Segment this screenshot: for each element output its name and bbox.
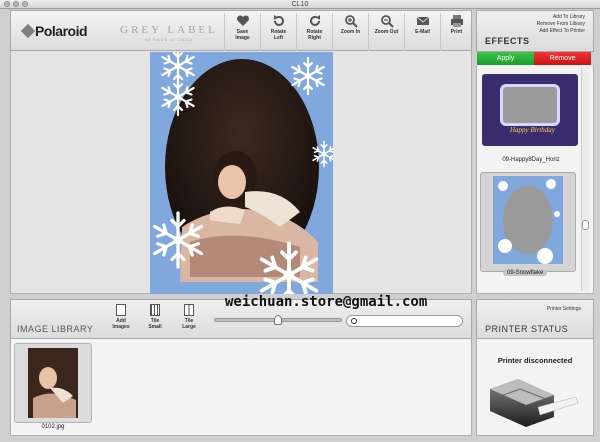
zoom-in-icon	[344, 15, 358, 28]
library-search-input[interactable]	[346, 315, 463, 327]
apply-effect-button[interactable]: Apply	[477, 52, 534, 65]
print-button[interactable]: Print	[440, 13, 472, 51]
grey-label-brand: GREY LABEL by HAUS of GAGA	[120, 24, 218, 42]
printer-settings-link[interactable]: Printer Settings	[547, 306, 581, 312]
window-titlebar: CL10	[0, 0, 600, 9]
rotate-right-icon	[309, 15, 320, 26]
watermark-text: weichuan.store@gmail.com	[225, 294, 428, 310]
birthday-frame-text: Happy Birthday	[510, 126, 555, 134]
polaroid-logo: Polaroid	[20, 23, 88, 39]
thumbnail-filename: 0102.jpg	[41, 424, 65, 430]
remove-effect-button[interactable]: Remove	[534, 52, 591, 65]
effect-label: 09-Happy8Day_Horiz	[502, 157, 560, 163]
tile-large-icon	[184, 304, 194, 316]
slider-thumb[interactable]	[274, 315, 282, 325]
printer-device-icon	[490, 379, 579, 427]
tile-large-button[interactable]: Tile Large	[174, 304, 204, 330]
heart-icon	[236, 15, 249, 26]
zoom-out-button[interactable]: Zoom Out	[368, 13, 404, 51]
scrollbar-knob[interactable]	[582, 220, 589, 230]
add-effect-to-printer-link[interactable]: Add Effect To Printer	[539, 28, 585, 34]
effect-item-happy-birthday[interactable]: Happy Birthday	[482, 74, 578, 146]
main-toolbar: Polaroid GREY LABEL by HAUS of GAGA Save…	[10, 10, 472, 51]
edited-photo[interactable]	[150, 52, 333, 294]
search-icon	[351, 318, 357, 324]
add-images-icon	[116, 304, 126, 316]
printer-status-header: Printer Settings PRINTER STATUS	[476, 299, 594, 339]
remove-from-library-link[interactable]: Remove From Library	[537, 21, 585, 27]
zoom-in-button[interactable]: Zoom In	[332, 13, 368, 51]
snowflake-frame-photo	[152, 52, 333, 294]
thumbnail-size-slider[interactable]	[214, 315, 342, 325]
effect-label-selected: 09-Snowflake	[503, 270, 548, 276]
thumbnail-image	[28, 348, 78, 418]
effects-scrollbar[interactable]	[581, 67, 589, 291]
printer-status-title: PRINTER STATUS	[485, 324, 569, 334]
email-icon	[416, 16, 429, 25]
effect-item-snowflake[interactable]	[480, 172, 576, 272]
polaroid-cube-icon	[20, 23, 36, 39]
zoom-out-icon	[380, 15, 394, 28]
tile-small-button[interactable]: Tile Small	[140, 304, 170, 330]
effects-header: Add To Library Remove From Library Add E…	[476, 10, 594, 52]
effects-title: EFFECTS	[485, 36, 530, 46]
printer-status-message: Printer disconnected	[497, 356, 573, 365]
printer-icon	[450, 15, 463, 27]
add-to-library-link[interactable]: Add To Library	[553, 14, 585, 20]
window-title: CL10	[291, 1, 309, 8]
email-button[interactable]: E-Mail	[404, 13, 440, 51]
rotate-left-button[interactable]: Rotate Left	[260, 13, 296, 51]
birthday-frame-window	[500, 84, 560, 126]
rotate-left-icon	[273, 15, 284, 26]
tile-small-icon	[150, 304, 160, 316]
library-thumbnail[interactable]	[14, 343, 92, 423]
save-image-button[interactable]: Save Image	[224, 13, 260, 51]
rotate-right-button[interactable]: Rotate Right	[296, 13, 332, 51]
image-library-title: IMAGE LIBRARY	[17, 324, 94, 334]
add-images-button[interactable]: Add Images	[106, 304, 136, 330]
snowflake-frame-preview	[493, 176, 563, 264]
